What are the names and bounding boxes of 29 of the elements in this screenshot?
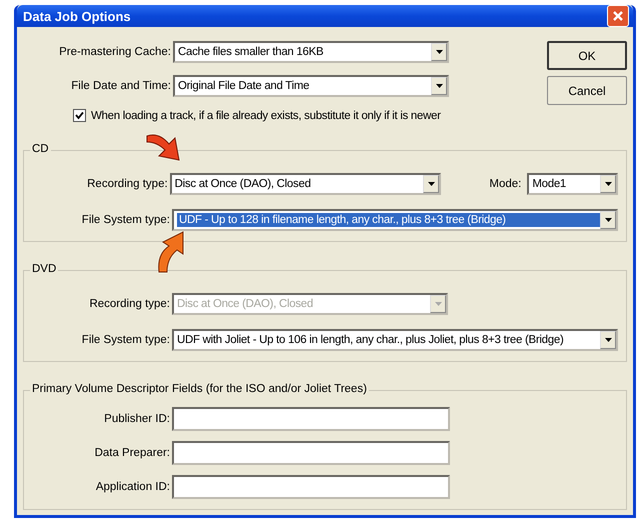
field-label: File System type: (80, 214, 170, 226)
close-icon (611, 9, 625, 23)
dropdown[interactable]: Cache files smaller than 16KB (173, 41, 449, 63)
dropdown[interactable]: UDF with Joliet - Up to 106 in length, any char., plus Joliet, plus 8+3 tree (Bridge) (172, 329, 618, 351)
group-title: CD (30, 143, 51, 155)
field-label: Recording type: (86, 178, 168, 190)
dropdown[interactable]: Original File Date and Time (173, 75, 449, 97)
cancel-button[interactable]: Cancel (547, 76, 627, 105)
field-label: File Date and Time: (70, 80, 171, 92)
field-label: Mode: (489, 178, 522, 190)
field-label: Publisher ID: (103, 413, 170, 425)
group-title: DVD (30, 263, 58, 275)
field-label: Recording type: (88, 298, 170, 310)
field-label: Data Preparer: (94, 447, 170, 459)
checkbox[interactable] (73, 109, 86, 122)
dropdown[interactable]: UDF - Up to 128 in filename length, any char., plus 8+3 tree (Bridge) (172, 209, 618, 231)
field-label: Pre-mastering Cache: (58, 46, 171, 58)
close-button[interactable] (607, 5, 629, 27)
input-field[interactable] (172, 475, 450, 499)
dropdown[interactable]: Mode1 (527, 173, 618, 195)
field-label: File System type: (80, 334, 170, 346)
input-field[interactable] (172, 441, 450, 465)
input-field[interactable] (172, 407, 450, 431)
dropdown[interactable]: Disc at Once (DAO), Closed (170, 173, 442, 195)
group-title: Primary Volume Descriptor Fields (for the ISO and/or Joliet Trees) (30, 383, 369, 395)
checkbox-label: When loading a track, if a file already exists, substitute it only if it is newer (91, 110, 441, 122)
field-label: Application ID: (94, 481, 170, 493)
window-title: Data Job Options (23, 8, 131, 24)
ok-button[interactable]: OK (547, 41, 627, 70)
